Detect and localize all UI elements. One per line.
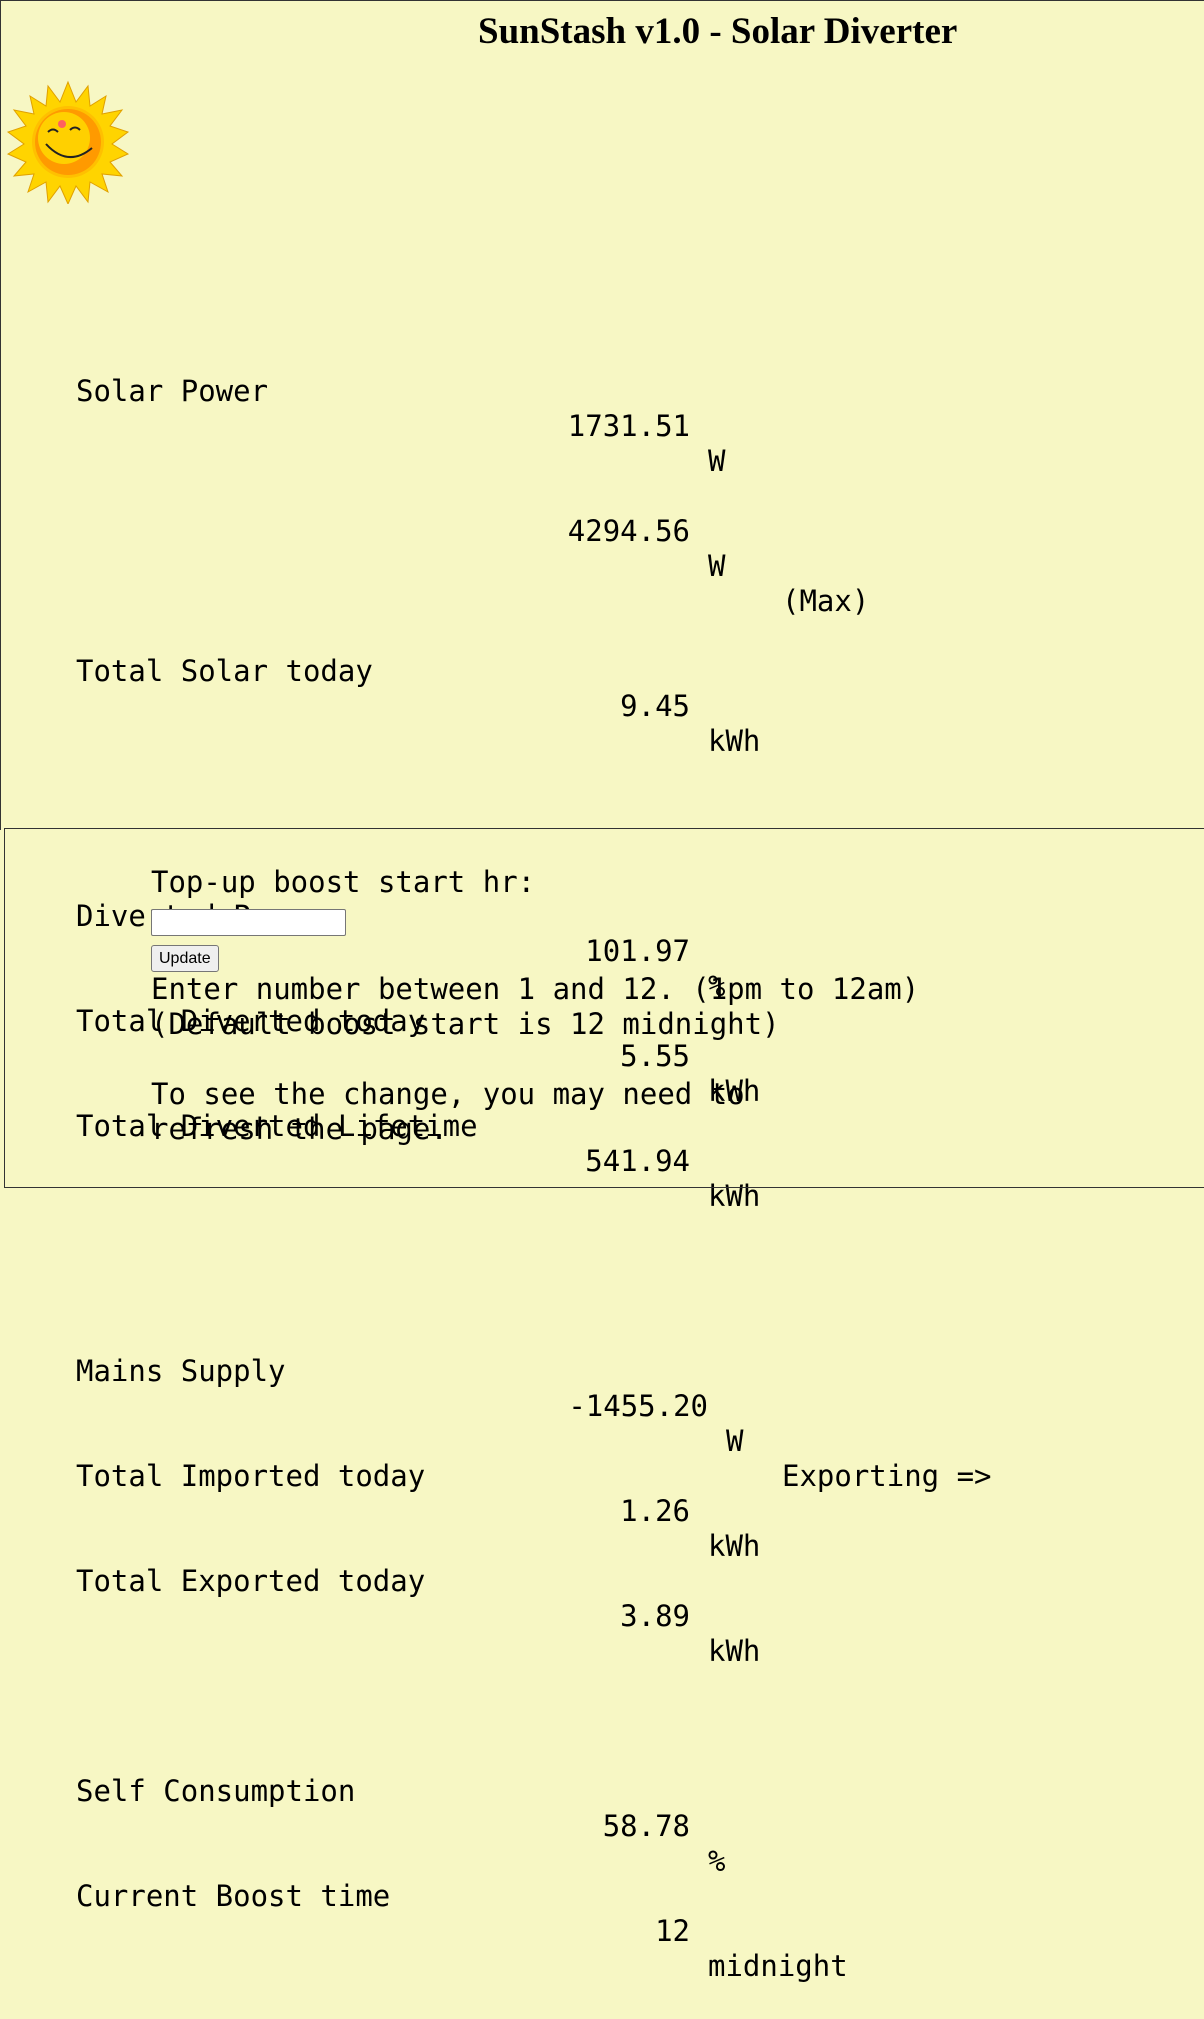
stat-note: (Max) — [782, 584, 870, 618]
stat-row-solar-max: 4294.56 W (Max) — [76, 479, 870, 618]
stat-label: Self Consumption — [76, 1774, 356, 1808]
update-button[interactable]: Update — [151, 945, 219, 972]
stat-unit: kWh — [708, 724, 761, 758]
stat-label: Solar Power — [76, 374, 269, 408]
stat-label: Mains Supply — [76, 1354, 286, 1388]
boost-form-panel: Top-up boost start hr: Update Enter numb… — [4, 828, 1204, 1188]
stat-row-mains-supply: Mains Supply -1455.20 W Exporting => — [76, 1319, 992, 1493]
stat-value: 9.45 — [620, 689, 690, 723]
stat-unit: W — [708, 444, 726, 478]
stat-value: 58.78 — [602, 1809, 690, 1843]
stat-unit: kWh — [708, 1529, 761, 1563]
stat-value: 12 — [655, 1914, 690, 1948]
help-line: refresh the page. — [151, 1112, 448, 1146]
help-line: (Default boost start is 12 midnight) — [151, 1007, 780, 1041]
page-top-border — [0, 0, 1204, 1]
smiling-sun-icon — [6, 80, 130, 204]
stat-value: -1455.20 — [568, 1389, 708, 1423]
page-title: SunStash v1.0 - Solar Diverter — [478, 11, 958, 52]
page-left-border — [0, 0, 1, 830]
stat-row-total-solar-today: Total Solar today 9.45 kWh — [76, 619, 760, 758]
stat-value: 1731.51 — [567, 409, 690, 443]
stat-row-solar-power: Solar Power 1731.51 W — [76, 339, 725, 478]
stat-unit: W — [726, 1424, 744, 1458]
stat-label: Current Boost time — [76, 1879, 391, 1913]
help-line: To see the change, you may need to — [151, 1077, 745, 1111]
help-line — [151, 1042, 919, 1077]
boost-start-input[interactable] — [151, 909, 346, 936]
stat-value: 3.89 — [620, 1599, 690, 1633]
stat-row-current-boost-time: Current Boost time 12 midnight — [76, 1844, 848, 1983]
export-status: Exporting => — [782, 1459, 992, 1493]
stat-label: Total Imported today — [76, 1459, 426, 1493]
stat-unit: midnight — [708, 1949, 848, 1983]
help-line: Enter number between 1 and 12. (1pm to 1… — [151, 972, 920, 1006]
boost-help-text: Enter number between 1 and 12. (1pm to 1… — [151, 972, 919, 1147]
stat-label: Total Exported today — [76, 1564, 426, 1598]
stat-label: Total Solar today — [76, 654, 373, 688]
stat-row-total-imported-today: Total Imported today 1.26 kWh — [76, 1424, 760, 1563]
stat-unit: kWh — [708, 1634, 761, 1668]
stat-row-total-exported-today: Total Exported today 3.89 kWh — [76, 1529, 760, 1668]
stat-unit: % — [708, 1844, 726, 1878]
boost-start-label: Top-up boost start hr: — [151, 865, 536, 899]
stat-row-self-consumption: Self Consumption 58.78 % — [76, 1739, 725, 1878]
stat-value: 1.26 — [620, 1494, 690, 1528]
stat-value: 4294.56 — [567, 514, 690, 548]
stat-unit: W — [708, 549, 726, 583]
